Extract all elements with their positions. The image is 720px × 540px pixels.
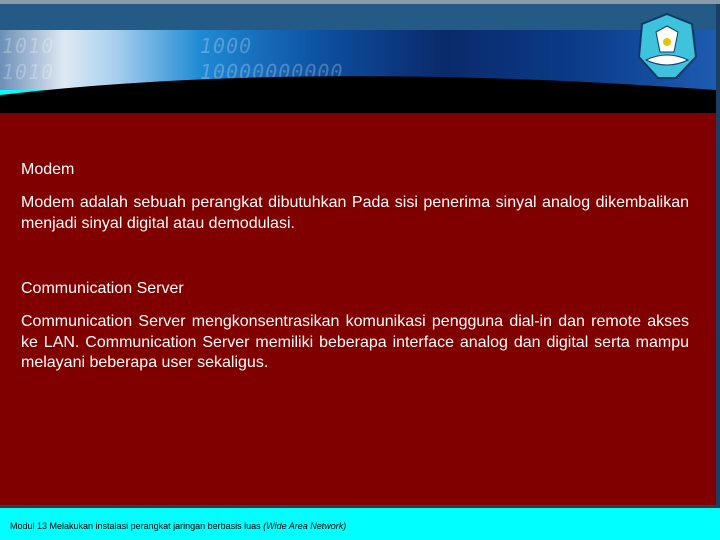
footer-divider bbox=[0, 505, 720, 508]
footer-italic: (Wide Area Network) bbox=[263, 521, 347, 531]
banner-binary: 1000 bbox=[200, 34, 253, 58]
header-bar bbox=[0, 4, 716, 30]
banner-binary: 1010 bbox=[2, 34, 55, 58]
section-body-communication-server: Communication Server mengkonsentrasikan … bbox=[21, 313, 689, 371]
section-title-communication-server: Communication Server bbox=[21, 280, 184, 297]
section-title-modem: Modem bbox=[21, 161, 75, 178]
footer: Modul 13 Melakukan instalasi perangkat j… bbox=[10, 521, 346, 531]
tut-wuri-handayani-logo bbox=[637, 12, 698, 79]
section-body-modem: Modem adalah sebuah perangkat dibutuhkan… bbox=[21, 194, 689, 232]
header-curve bbox=[0, 76, 716, 115]
footer-text: Modul 13 Melakukan instalasi perangkat j… bbox=[10, 521, 264, 531]
right-edge bbox=[716, 4, 720, 508]
